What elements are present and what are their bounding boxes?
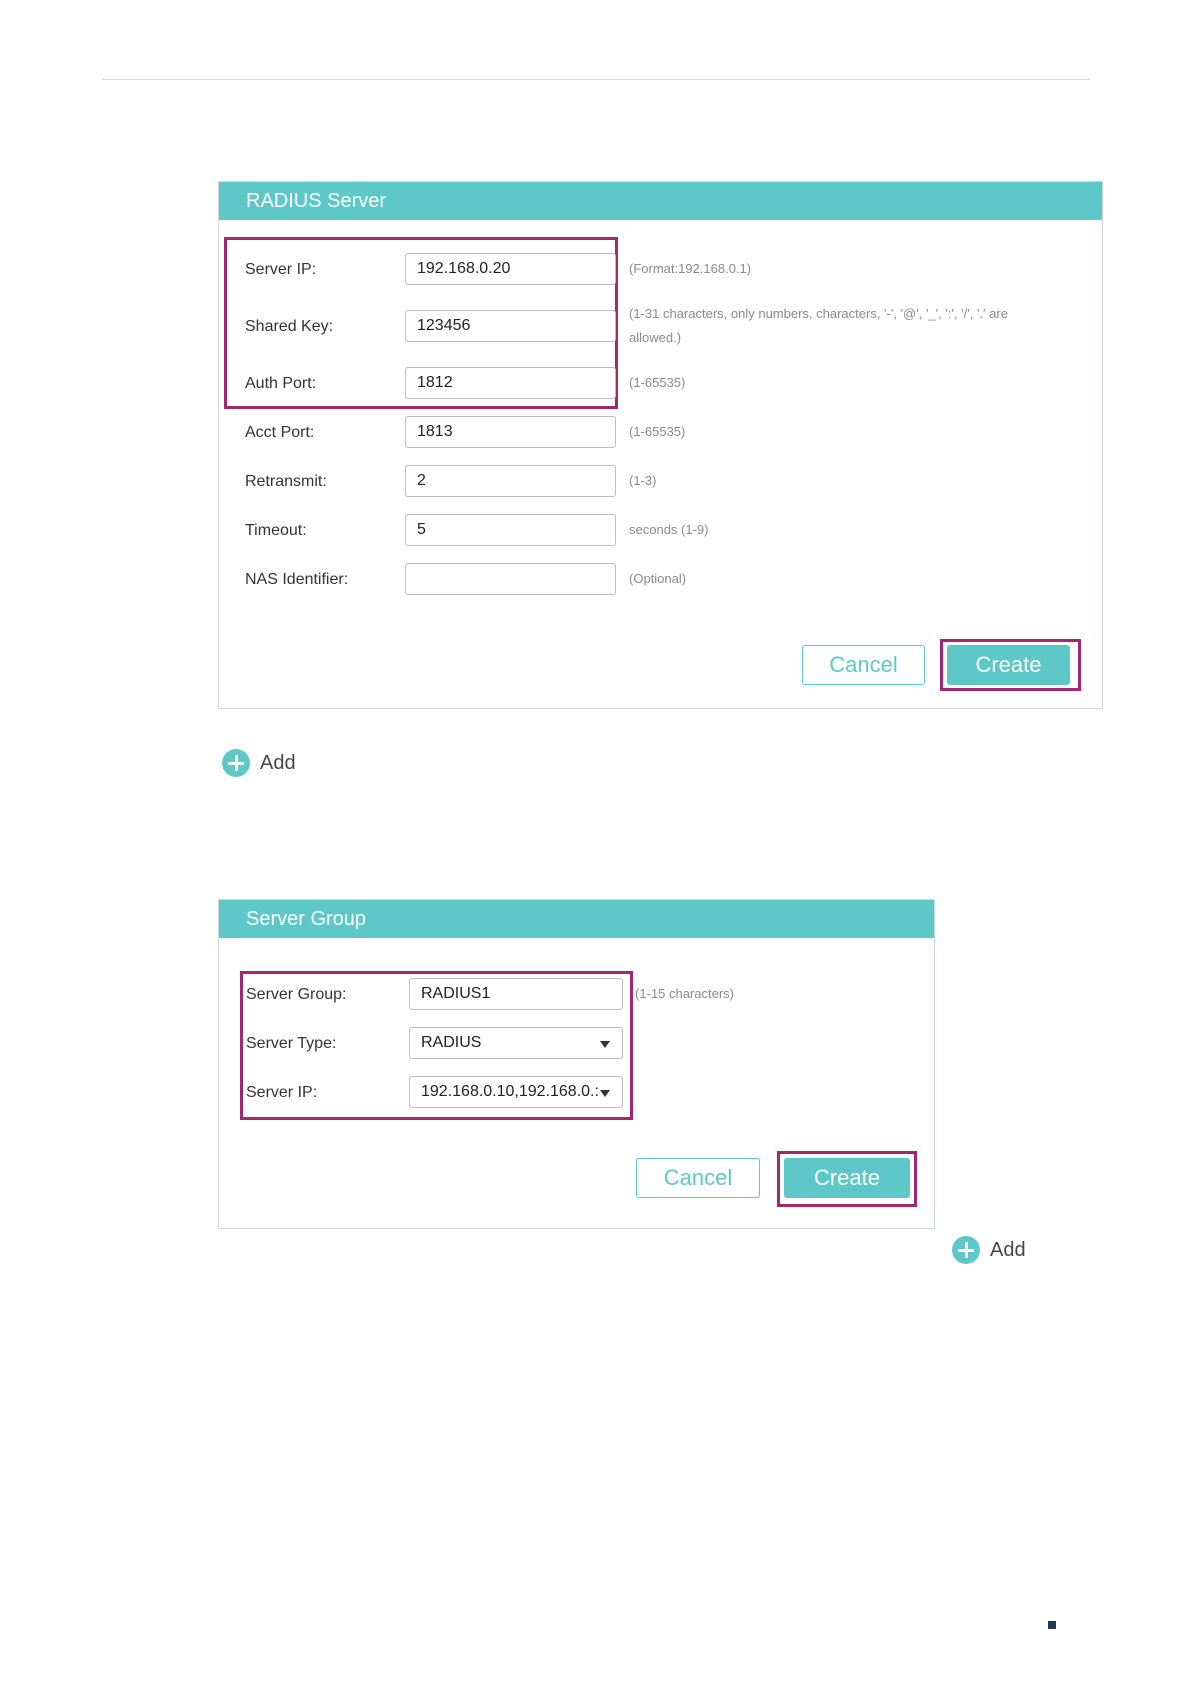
top-divider	[102, 79, 1090, 80]
server-group-hint: (1-15 characters)	[635, 986, 734, 1001]
server-group-input[interactable]: RADIUS1	[409, 978, 623, 1010]
retransmit-label: Retransmit:	[245, 473, 327, 490]
nas-identifier-input[interactable]	[405, 563, 616, 595]
server-type-label: Server Type:	[246, 1035, 337, 1052]
server-group-title: Server Group	[219, 900, 934, 938]
shared-key-hint-line1: (1-31 characters, only numbers, characte…	[629, 306, 1008, 321]
add-label: Add	[260, 751, 296, 774]
plus-circle-icon	[952, 1236, 980, 1264]
group-create-button[interactable]: Create	[784, 1158, 910, 1198]
auth-port-label: Auth Port:	[245, 375, 317, 392]
timeout-label: Timeout:	[245, 522, 307, 539]
radius-server-title: RADIUS Server	[219, 182, 1102, 220]
acct-port-hint: (1-65535)	[629, 424, 686, 439]
shared-key-label: Shared Key:	[245, 318, 334, 335]
server-ip-label: Server IP:	[246, 1084, 318, 1101]
server-ip-hint: (Format:192.168.0.1)	[629, 261, 752, 276]
add-radius-server-link[interactable]: Add	[222, 748, 296, 778]
radius-cancel-button[interactable]: Cancel	[802, 645, 925, 685]
group-cancel-button[interactable]: Cancel	[636, 1158, 760, 1198]
page-marker	[1048, 1621, 1056, 1629]
add-server-group-link[interactable]: Add	[952, 1235, 1026, 1265]
auth-port-input[interactable]: 1812	[405, 367, 616, 399]
radius-create-button[interactable]: Create	[947, 645, 1070, 685]
server-type-select[interactable]: RADIUS	[409, 1027, 623, 1059]
server-group-panel: Server Group Server Group: RADIUS1 (1-15…	[218, 899, 935, 1229]
server-ip-label: Server IP:	[245, 261, 317, 278]
acct-port-input[interactable]: 1813	[405, 416, 616, 448]
auth-port-hint: (1-65535)	[629, 375, 686, 390]
server-ip-input[interactable]: 192.168.0.20	[405, 253, 616, 285]
retransmit-input[interactable]: 2	[405, 465, 616, 497]
nas-identifier-hint: (Optional)	[629, 571, 687, 586]
plus-circle-icon	[222, 749, 250, 777]
server-ip-value: 192.168.0.10,192.168.0.:	[421, 1083, 599, 1100]
timeout-input[interactable]: 5	[405, 514, 616, 546]
caret-down-icon	[600, 1041, 610, 1048]
acct-port-label: Acct Port:	[245, 424, 315, 441]
server-ip-select[interactable]: 192.168.0.10,192.168.0.:	[409, 1076, 623, 1108]
add-label: Add	[990, 1238, 1026, 1261]
timeout-hint: seconds (1-9)	[629, 522, 709, 537]
server-group-label: Server Group:	[246, 986, 347, 1003]
server-type-value: RADIUS	[421, 1034, 482, 1051]
retransmit-hint: (1-3)	[629, 473, 657, 488]
shared-key-input[interactable]: 123456	[405, 310, 616, 342]
radius-server-panel: RADIUS Server Server IP: 192.168.0.20 (F…	[218, 181, 1103, 709]
nas-identifier-label: NAS Identifier:	[245, 571, 349, 588]
caret-down-icon	[600, 1090, 610, 1097]
shared-key-hint-line2: allowed.)	[629, 330, 682, 345]
